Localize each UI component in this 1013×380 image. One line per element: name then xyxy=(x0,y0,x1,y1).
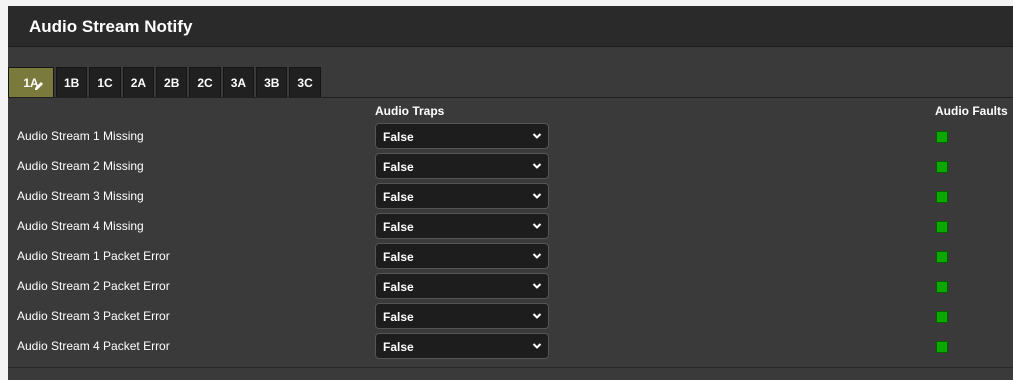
table-row: Audio Stream 2 Packet Error False xyxy=(8,271,1013,301)
row-label: Audio Stream 4 Missing xyxy=(17,219,144,233)
tab-1b[interactable]: 1B xyxy=(56,67,88,97)
fault-status-led xyxy=(936,191,948,203)
table-row: Audio Stream 1 Missing False xyxy=(8,121,1013,151)
stream-tabs: 1A 1B 1C 2A 2B 2C 3A 3B 3C xyxy=(8,67,323,97)
trap-select[interactable]: False xyxy=(375,273,549,299)
trap-select-value: False xyxy=(383,130,414,144)
row-label: Audio Stream 1 Packet Error xyxy=(17,249,170,263)
tab-label: 2C xyxy=(197,75,213,90)
tab-3b[interactable]: 3B xyxy=(256,67,288,97)
row-label: Audio Stream 2 Missing xyxy=(17,159,144,173)
trap-select[interactable]: False xyxy=(375,303,549,329)
row-label: Audio Stream 3 Packet Error xyxy=(17,309,170,323)
pencil-icon xyxy=(35,82,43,90)
panel-title: Audio Stream Notify xyxy=(29,17,193,36)
tab-2b[interactable]: 2B xyxy=(156,67,188,97)
tab-3a[interactable]: 3A xyxy=(222,67,255,97)
chevron-down-icon xyxy=(532,283,542,289)
chevron-down-icon xyxy=(532,253,542,259)
panel-header: Audio Stream Notify xyxy=(8,6,1013,47)
tab-label: 1B xyxy=(64,75,80,90)
fault-status-led xyxy=(936,161,948,173)
tab-1a[interactable]: 1A xyxy=(8,67,54,97)
audio-stream-notify-panel: Audio Stream Notify 1A 1B 1C 2A 2B 2C 3A… xyxy=(8,6,1013,380)
tab-1c[interactable]: 1C xyxy=(89,67,121,97)
tab-label: 3C xyxy=(297,75,313,90)
row-label: Audio Stream 2 Packet Error xyxy=(17,279,170,293)
table-row: Audio Stream 3 Missing False xyxy=(8,181,1013,211)
tab-label: 2A xyxy=(130,75,147,90)
table-row: Audio Stream 1 Packet Error False xyxy=(8,241,1013,271)
audio-faults-header: Audio Faults xyxy=(935,104,1008,118)
row-label: Audio Stream 4 Packet Error xyxy=(17,339,170,353)
table-row: Audio Stream 3 Packet Error False xyxy=(8,301,1013,331)
row-label: Audio Stream 3 Missing xyxy=(17,189,144,203)
fault-status-led xyxy=(936,311,948,323)
fault-status-led xyxy=(936,281,948,293)
fault-status-led xyxy=(936,131,948,143)
trap-select[interactable]: False xyxy=(375,153,549,179)
trap-select-value: False xyxy=(383,340,414,354)
panel-bottom-divider xyxy=(8,367,1013,368)
chevron-down-icon xyxy=(532,163,542,169)
trap-select[interactable]: False xyxy=(375,333,549,359)
trap-select[interactable]: False xyxy=(375,243,549,269)
trap-select-value: False xyxy=(383,250,414,264)
trap-select-value: False xyxy=(383,280,414,294)
table-row: Audio Stream 2 Missing False xyxy=(8,151,1013,181)
tab-divider xyxy=(8,97,1013,98)
trap-select[interactable]: False xyxy=(375,213,549,239)
tab-label: 1C xyxy=(97,75,113,90)
audio-traps-header: Audio Traps xyxy=(375,104,445,118)
tab-3c[interactable]: 3C xyxy=(289,67,321,97)
fault-status-led xyxy=(936,221,948,233)
trap-select-value: False xyxy=(383,220,414,234)
tab-2c[interactable]: 2C xyxy=(189,67,221,97)
chevron-down-icon xyxy=(532,223,542,229)
trap-select[interactable]: False xyxy=(375,183,549,209)
tab-label: 2B xyxy=(164,75,180,90)
chevron-down-icon xyxy=(532,313,542,319)
tab-2a[interactable]: 2A xyxy=(122,67,155,97)
fault-status-led xyxy=(936,341,948,353)
trap-select-value: False xyxy=(383,310,414,324)
tab-label: 3B xyxy=(264,75,280,90)
trap-select[interactable]: False xyxy=(375,123,549,149)
chevron-down-icon xyxy=(532,343,542,349)
tab-label: 3A xyxy=(230,75,247,90)
trap-select-value: False xyxy=(383,160,414,174)
trap-select-value: False xyxy=(383,190,414,204)
chevron-down-icon xyxy=(532,193,542,199)
fault-status-led xyxy=(936,251,948,263)
row-label: Audio Stream 1 Missing xyxy=(17,129,144,143)
table-row: Audio Stream 4 Packet Error False xyxy=(8,331,1013,361)
table-row: Audio Stream 4 Missing False xyxy=(8,211,1013,241)
chevron-down-icon xyxy=(532,133,542,139)
